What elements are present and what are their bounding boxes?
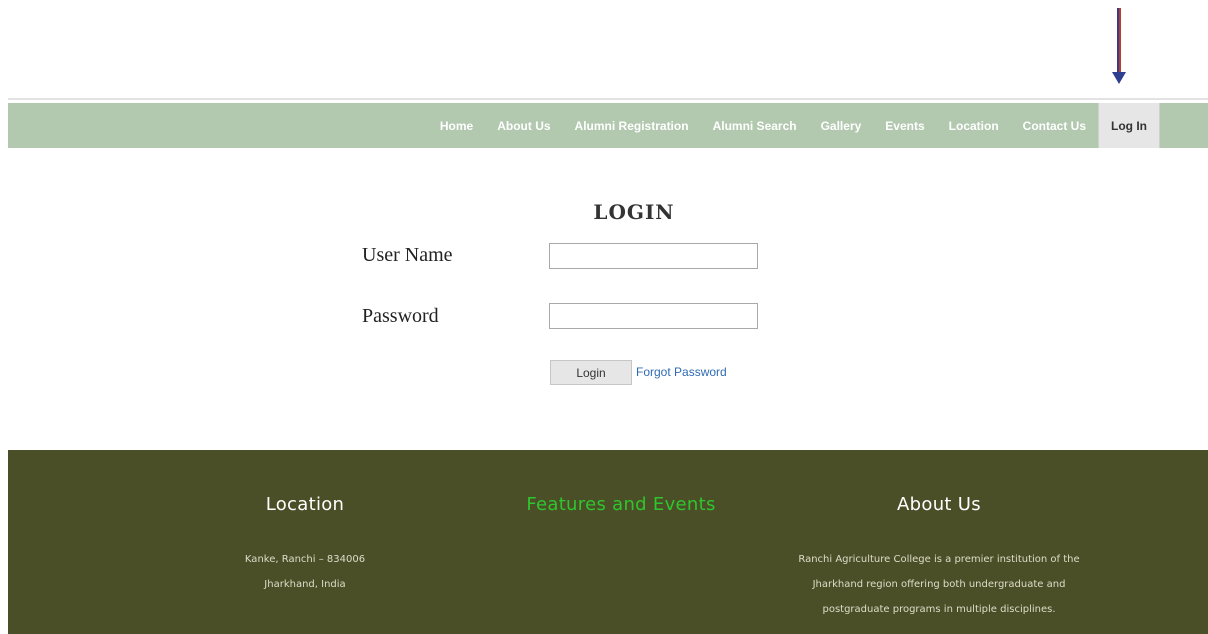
footer-about-line: postgraduate programs in multiple discip… <box>822 604 1056 615</box>
nav-item-home[interactable]: Home <box>428 103 485 148</box>
footer-about-text: Ranchi Agriculture College is a premier … <box>798 547 1079 622</box>
nav-item-alumni-search[interactable]: Alumni Search <box>701 103 809 148</box>
footer-about-line: Ranchi Agriculture College is a premier … <box>798 554 1080 565</box>
nav-item-gallery[interactable]: Gallery <box>809 103 874 148</box>
username-label: User Name <box>362 244 453 266</box>
footer-location-address: Kanke, Ranchi – 834006 Jharkhand, India <box>245 547 365 597</box>
password-label: Password <box>362 305 439 327</box>
down-arrow-icon <box>1112 8 1126 84</box>
username-input[interactable] <box>549 243 758 269</box>
main-navbar: Home About Us Alumni Registration Alumni… <box>8 103 1208 148</box>
footer-about-heading: About Us <box>897 494 981 515</box>
nav-menu: Home About Us Alumni Registration Alumni… <box>428 103 1160 148</box>
nav-item-events[interactable]: Events <box>873 103 936 148</box>
nav-item-alumni-registration[interactable]: Alumni Registration <box>563 103 701 148</box>
footer-location-heading: Location <box>265 494 345 515</box>
nav-item-contact-us[interactable]: Contact Us <box>1011 103 1098 148</box>
nav-item-location[interactable]: Location <box>937 103 1011 148</box>
login-button[interactable]: Login <box>550 360 632 385</box>
footer-about-line: Jharkhand region offering both undergrad… <box>812 579 1066 590</box>
footer: Location Kanke, Ranchi – 834006 Jharkhan… <box>8 450 1208 634</box>
forgot-password-link[interactable]: Forgot Password <box>636 365 727 379</box>
top-divider <box>8 98 1208 100</box>
footer-location-line: Kanke, Ranchi – 834006 <box>244 554 366 565</box>
login-title: LOGIN <box>593 200 675 224</box>
password-input[interactable] <box>549 303 758 329</box>
footer-features-heading[interactable]: Features and Events <box>526 494 715 515</box>
nav-item-about-us[interactable]: About Us <box>485 103 562 148</box>
nav-item-log-in[interactable]: Log In <box>1098 103 1160 148</box>
footer-location-line: Jharkhand, India <box>264 579 346 590</box>
